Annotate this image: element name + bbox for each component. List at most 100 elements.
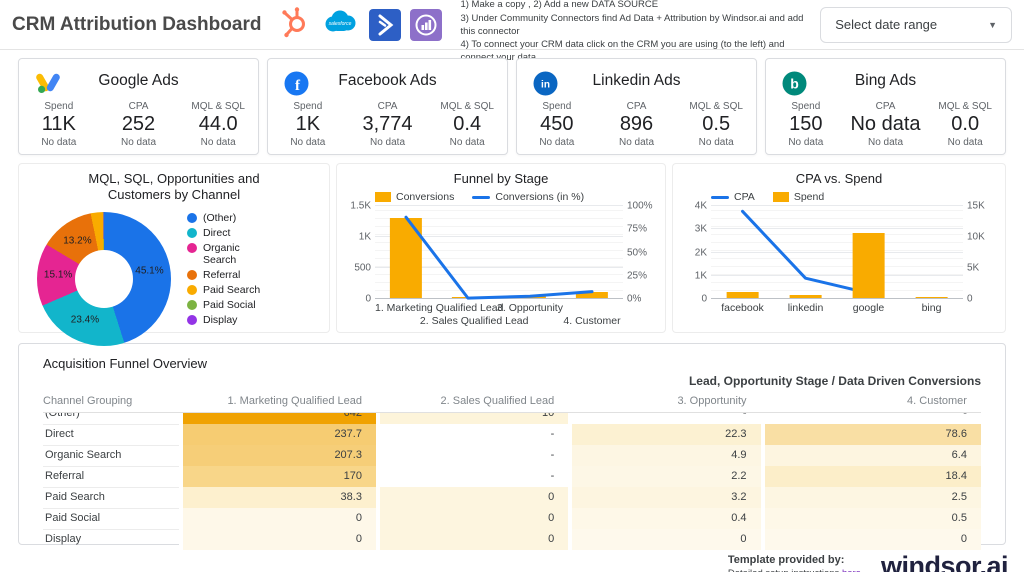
charts-row: MQL, SQL, Opportunities and Customers by… [0,161,1024,337]
funnel-plot [375,206,623,299]
table-row: Paid Social 0 0 0.4 0.5 [43,508,981,529]
cpa-right-axis: 05K10K15K [967,206,1003,299]
legend-item: Referral [187,269,265,281]
metric-label: MQL & SQL [925,101,1005,112]
hubspot-logo-icon[interactable] [277,5,311,44]
x-axis-label: facebook [721,302,764,314]
column-header: 1. Marketing Qualified Lead [179,395,376,407]
header: CRM Attribution Dashboard [0,0,1024,50]
donut-legend: (Other) Direct Organic Search Referral P… [187,212,265,352]
google-ads-card: Google Ads Spend11KNo data CPA252No data… [18,58,259,155]
date-range-label: Select date range [835,17,937,32]
donut-chart-title: MQL, SQL, Opportunities and Customers by… [64,171,284,204]
facebook-ads-card: f Facebook Ads Spend1KNo data CPA3,774No… [267,58,508,155]
legend-dot [187,213,197,223]
x-axis-label: google [853,302,885,314]
legend-dot [187,315,197,325]
column-header: Channel Grouping [43,395,179,407]
metric-label: CPA [348,101,428,112]
slice-label: 15.1% [44,270,72,281]
metric-value: No data [846,113,926,136]
metric-value: 450 [517,113,597,136]
bar [852,233,885,298]
channel-cell: Paid Search [43,487,179,509]
legend-item: CPA [711,191,755,203]
customer-cell: 0.5 [761,508,981,530]
x-axis-label: 2. Sales Qualified Lead [420,315,529,327]
sql-cell: 0 [376,487,568,509]
funnel-left-axis: 05001K1.5K [339,206,371,299]
x-axis-label: 3. Opportunity [497,302,563,314]
cpa-x-axis: facebooklinkedingooglebing [711,299,963,331]
legend-item: (Other) [187,212,265,224]
metric-cards-row: Google Ads Spend11KNo data CPA252No data… [0,50,1024,161]
channel-cell: Referral [43,466,179,488]
opportunity-cell: 2.2 [568,466,760,488]
metric-label: CPA [597,101,677,112]
legend-item: Paid Search [187,284,265,296]
instructions-line-2: 3) Under Community Connectors find Ad Da… [460,12,820,39]
table-row: (Other) 642 10 - - [43,413,981,424]
crm-logos: salesforce [277,5,442,44]
table-title: Acquisition Funnel Overview [43,356,981,371]
sql-cell: - [376,424,568,446]
legend-label: Direct [203,227,230,239]
date-range-select[interactable]: Select date range ▼ [820,7,1012,43]
channel-cell: Organic Search [43,445,179,467]
metric-note: No data [178,137,258,148]
legend-label: Referral [203,269,240,281]
cpa-chart: CPA vs. Spend CPA Spend 01K2K3K4K 05K10K… [672,163,1006,333]
mql-cell: 170 [179,466,376,488]
table-row: Referral 170 - 2.2 18.4 [43,466,981,487]
setup-instructions-link[interactable]: here [842,568,861,572]
metric-note: No data [597,137,677,148]
bar [789,295,822,298]
sql-cell: - [376,466,568,488]
funnel-legend: Conversions Conversions (in %) [375,191,665,203]
x-axis-label: linkedin [788,302,824,314]
channel-cell: Display [43,529,179,550]
table-row: Display 0 0 0 0 [43,529,981,550]
table-body[interactable]: (Other) 642 10 - - Direct 237.7 - 22.3 7… [43,413,981,550]
marketo-logo-icon[interactable] [410,9,442,41]
legend-label: Organic Search [203,242,265,266]
salesforce-logo-icon[interactable]: salesforce [320,7,360,42]
customer-cell: 0 [761,529,981,550]
metric-note: No data [348,137,428,148]
metric-value: 44.0 [178,113,258,136]
metric-label: CPA [99,101,179,112]
customer-cell: 6.4 [761,445,981,467]
metric-label: MQL & SQL [427,101,507,112]
legend-item: Paid Social [187,299,265,311]
chevron-down-icon: ▼ [988,20,997,30]
opportunity-cell: 4.9 [568,445,760,467]
metric-note: No data [517,137,597,148]
metric-label: MQL & SQL [178,101,258,112]
opportunity-cell: 0.4 [568,508,760,530]
bar-swatch-icon [773,192,789,202]
acquisition-funnel-table: Acquisition Funnel Overview Lead, Opport… [18,343,1006,545]
legend-label: Paid Search [203,284,260,296]
donut-plot: 45.1%23.4%15.1%13.2% [31,210,183,352]
metric-label: MQL & SQL [676,101,756,112]
bing-ads-icon: b [782,71,807,101]
table-header-row: Channel Grouping 1. Marketing Qualified … [43,388,981,413]
legend-dot [187,228,197,238]
metric-label: Spend [517,101,597,112]
cpa-chart-title: CPA vs. Spend [673,171,1005,186]
activecampaign-logo-icon[interactable] [369,9,401,41]
funnel-chart-title: Funnel by Stage [337,171,665,186]
bing-ads-card: b Bing Ads Spend150No data CPANo dataNo … [765,58,1006,155]
metric-label: Spend [19,101,99,112]
channel-cell: Paid Social [43,508,179,530]
metric-note: No data [925,137,1005,148]
mql-cell: 207.3 [179,445,376,467]
metric-value: 1K [268,113,348,136]
setup-text: Detailed setup instructions [728,568,839,572]
channel-cell: Direct [43,424,179,446]
metric-value: 0.0 [925,113,1005,136]
metric-value: 11K [19,113,99,136]
slice-label: 23.4% [71,315,99,326]
svg-text:salesforce: salesforce [329,21,352,27]
legend-label: Paid Social [203,299,256,311]
